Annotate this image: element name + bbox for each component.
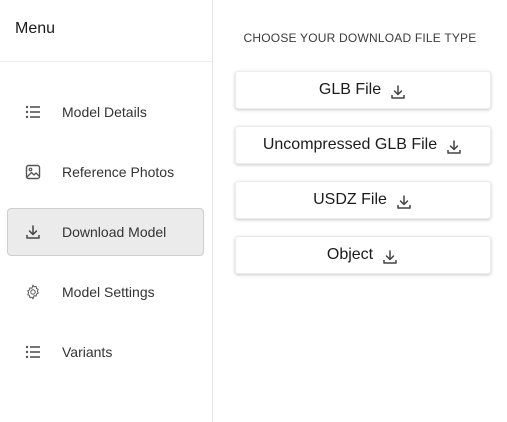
- button-label: Uncompressed GLB File: [262, 136, 438, 153]
- sidebar-item-download-model[interactable]: Download Model: [7, 208, 204, 256]
- sidebar-item-label: Reference Photos: [62, 164, 175, 180]
- download-uncompressed-glb-button[interactable]: Uncompressed GLB File: [235, 126, 491, 164]
- image-icon: [23, 162, 43, 182]
- download-glb-button[interactable]: GLB File: [235, 71, 491, 109]
- download-icon: [389, 83, 407, 101]
- app-window: Menu Model Details Reference Photos Down…: [0, 0, 507, 422]
- sidebar-item-variants[interactable]: Variants: [7, 328, 204, 376]
- download-icon: [381, 248, 399, 266]
- download-icon: [445, 138, 463, 156]
- sidebar-item-model-settings[interactable]: Model Settings: [7, 268, 204, 316]
- sidebar-item-reference-photos[interactable]: Reference Photos: [7, 148, 204, 196]
- main-panel: CHOOSE YOUR DOWNLOAD FILE TYPE GLB File …: [213, 0, 507, 422]
- menu-divider: [0, 61, 212, 62]
- sidebar-item-label: Variants: [62, 344, 113, 360]
- list-icon: [23, 102, 43, 122]
- download-usdz-button[interactable]: USDZ File: [235, 181, 491, 219]
- sidebar-item-label: Model Settings: [62, 284, 155, 300]
- download-object-button[interactable]: Object: [235, 236, 491, 274]
- sidebar-item-model-details[interactable]: Model Details: [7, 88, 204, 136]
- download-icon: [23, 222, 43, 242]
- sidebar-item-label: Download Model: [62, 224, 167, 240]
- gear-icon: [23, 282, 43, 302]
- sidebar: Menu Model Details Reference Photos Down…: [0, 0, 213, 422]
- download-icon: [395, 193, 413, 211]
- download-heading: CHOOSE YOUR DOWNLOAD FILE TYPE: [243, 31, 477, 45]
- list-icon: [23, 342, 43, 362]
- sidebar-item-label: Model Details: [62, 104, 147, 120]
- button-label: GLB File: [318, 81, 382, 98]
- button-label: Object: [326, 246, 374, 263]
- menu-title: Menu: [15, 20, 56, 37]
- button-label: USDZ File: [313, 191, 387, 208]
